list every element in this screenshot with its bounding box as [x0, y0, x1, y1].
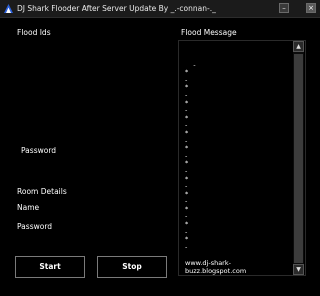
app-window: DJ Shark Flooder After Server Update By …: [0, 0, 320, 296]
chevron-up-icon: ▲: [296, 43, 301, 50]
scroll-up-button[interactable]: ▲: [293, 41, 304, 52]
message-symbols: - * - * - * - * - * - * - * - * - * - * …: [185, 60, 196, 251]
minimize-button[interactable]: –: [279, 3, 289, 13]
password-label-2: Password: [17, 222, 53, 231]
flood-message-content: - * - * - * - * - * - * - * - * - * - * …: [185, 54, 285, 290]
name-label: Name: [17, 203, 40, 212]
stop-button[interactable]: Stop: [97, 256, 167, 278]
start-button[interactable]: Start: [15, 256, 85, 278]
title-bar[interactable]: DJ Shark Flooder After Server Update By …: [0, 0, 320, 18]
message-url: www.dj-shark-buzz.blogspot.com: [185, 259, 247, 276]
window-title: DJ Shark Flooder After Server Update By …: [17, 4, 216, 13]
message-scrollbar[interactable]: ▲ ▼: [293, 41, 304, 275]
flood-message-label: Flood Message: [181, 28, 237, 37]
close-icon: ×: [308, 4, 314, 12]
scroll-down-button[interactable]: ▼: [293, 264, 304, 275]
chevron-down-icon: ▼: [296, 266, 301, 273]
scroll-thumb[interactable]: [294, 54, 303, 263]
app-icon: [4, 4, 13, 13]
room-details-label: Room Details: [17, 187, 67, 196]
close-button[interactable]: ×: [306, 3, 316, 13]
password-label-1: Password: [21, 146, 57, 155]
flood-ids-label: Flood Ids: [17, 28, 51, 37]
minimize-icon: –: [282, 4, 286, 12]
